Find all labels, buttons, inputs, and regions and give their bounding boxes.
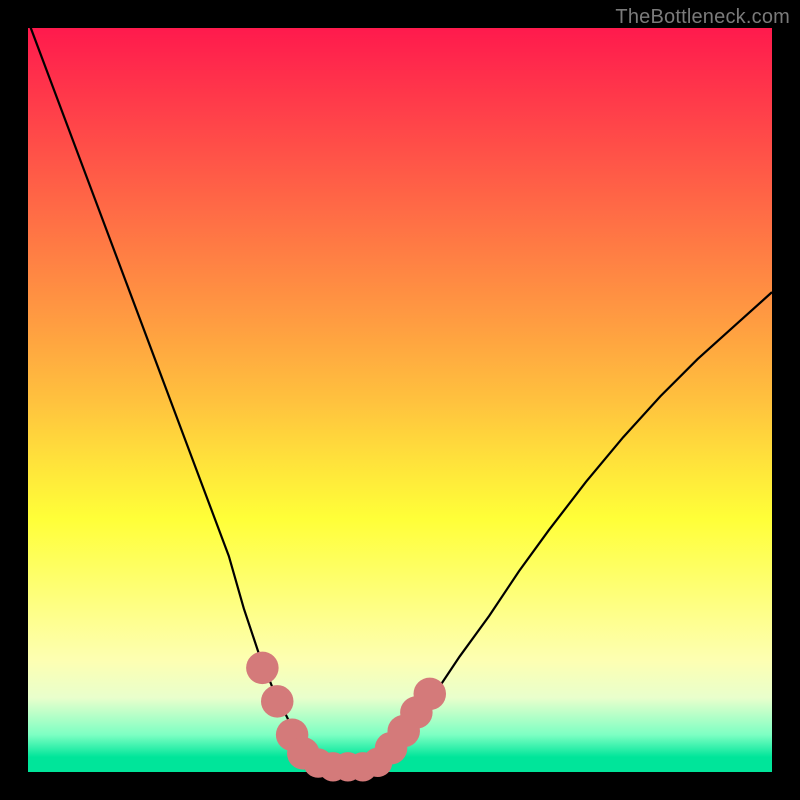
watermark-text: TheBottleneck.com [615, 6, 790, 29]
chart-plot-area [28, 28, 772, 772]
bottleneck-curve [28, 21, 772, 770]
curve-marker [261, 685, 294, 718]
curve-marker [246, 652, 278, 685]
curve-marker [414, 678, 447, 711]
curve-markers [246, 652, 446, 782]
chart-svg [28, 28, 772, 772]
chart-frame: TheBottleneck.com [0, 0, 800, 800]
